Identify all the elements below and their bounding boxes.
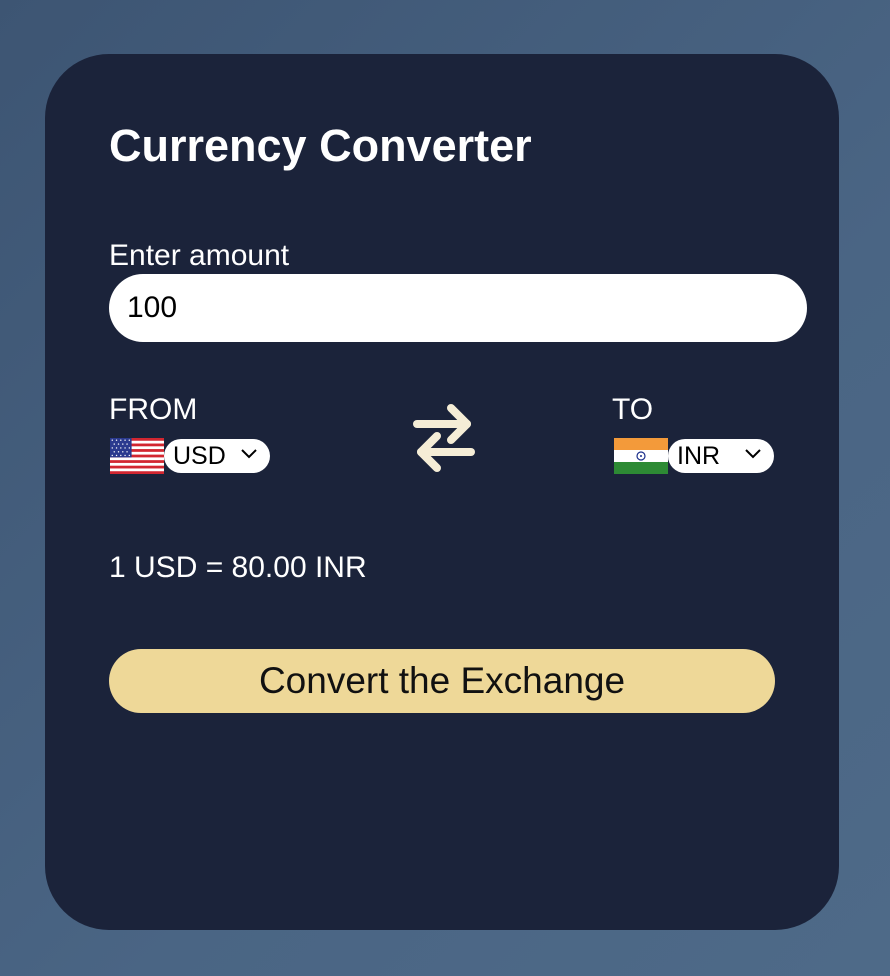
convert-button[interactable]: Convert the Exchange	[109, 649, 775, 713]
amount-label: Enter amount	[109, 239, 290, 272]
amount-input[interactable]	[109, 274, 807, 342]
to-currency-select[interactable]: INR	[668, 439, 774, 473]
to-label: TO	[612, 393, 654, 426]
exchange-rate-text: 1 USD = 80.00 INR	[109, 551, 367, 584]
chevron-down-icon	[745, 449, 761, 459]
from-currency-value: USD	[173, 442, 226, 470]
from-currency-select[interactable]: USD	[164, 439, 270, 473]
from-label: FROM	[109, 393, 198, 426]
converter-card: Currency Converter Enter amount FROM USD	[45, 54, 839, 930]
swap-arrows-icon[interactable]	[409, 402, 479, 474]
us-flag-icon	[110, 438, 164, 474]
chevron-down-icon	[241, 449, 257, 459]
to-currency-value: INR	[677, 442, 721, 470]
india-flag-icon	[614, 438, 668, 474]
page-title: Currency Converter	[109, 120, 532, 171]
